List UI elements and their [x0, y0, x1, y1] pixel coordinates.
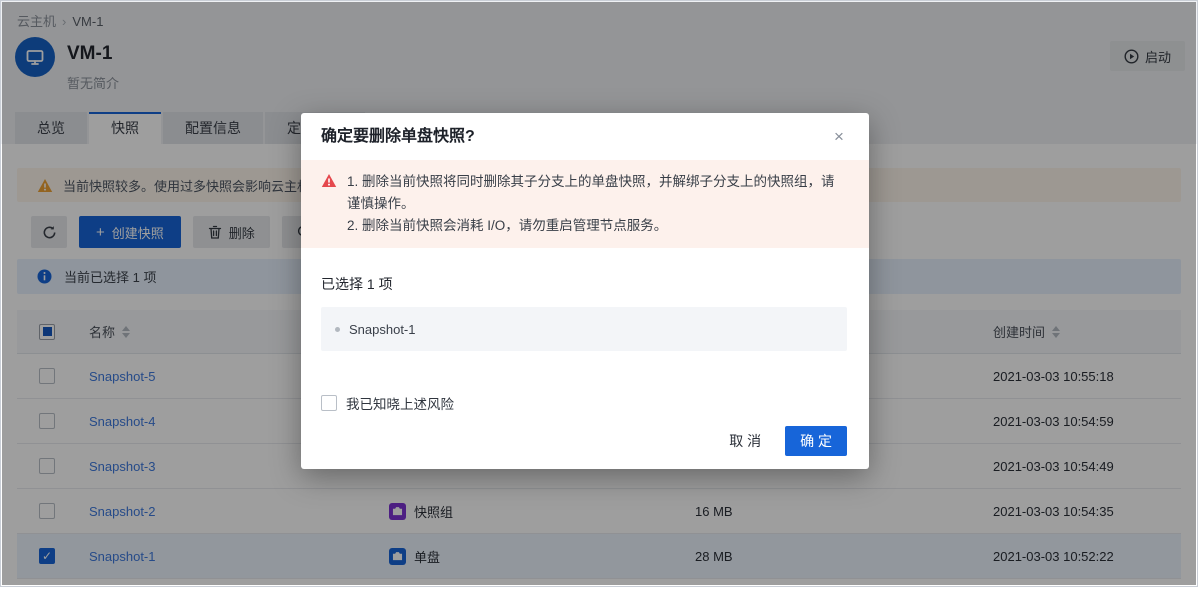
cancel-button[interactable]: 取 消: [719, 426, 771, 456]
selected-items-box: Snapshot-1: [321, 307, 847, 351]
risk-acknowledge-row: 我已知晓上述风险: [321, 393, 847, 413]
confirm-button[interactable]: 确 定: [785, 426, 847, 456]
delete-snapshot-modal: 确定要删除单盘快照? × 1. 删除当前快照将同时删除其子分支上的单盘快照，并解…: [301, 113, 869, 469]
close-icon[interactable]: ×: [825, 123, 853, 151]
risk-checkbox[interactable]: [321, 395, 337, 411]
selected-snapshot-item: Snapshot-1: [321, 307, 847, 351]
modal-footer: 取 消 确 定: [719, 426, 847, 456]
alert-line-2: 2. 删除当前快照会消耗 I/O，请勿重启管理节点服务。: [347, 215, 845, 237]
app-window: 云主机›VM-1 VM-1 暂无简介 启动 总览快照配置信息定时任务 当前快照较…: [0, 0, 1198, 587]
modal-body: 已选择 1 项 Snapshot-1 我已知晓上述风险: [301, 248, 869, 413]
bullet-icon: [335, 327, 340, 332]
modal-title: 确定要删除单盘快照?: [301, 113, 869, 160]
alert-line-1: 1. 删除当前快照将同时删除其子分支上的单盘快照，并解绑子分支上的快照组，请谨慎…: [347, 171, 845, 215]
modal-warning-alert: 1. 删除当前快照将同时删除其子分支上的单盘快照，并解绑子分支上的快照组，请谨慎…: [301, 160, 869, 248]
risk-checkbox-label: 我已知晓上述风险: [346, 393, 454, 413]
danger-triangle-icon: [321, 173, 337, 195]
selected-count-label: 已选择 1 项: [321, 274, 847, 294]
